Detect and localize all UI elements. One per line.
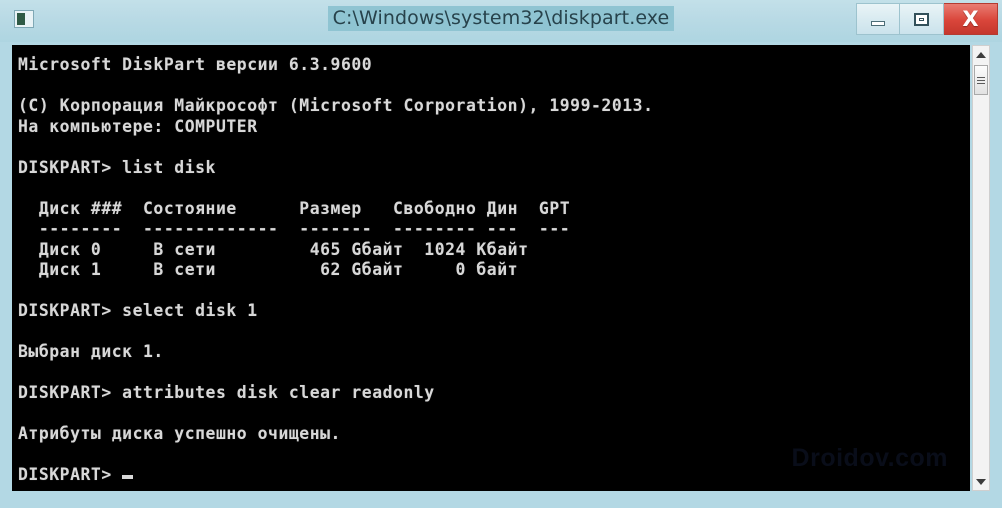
text-cursor	[122, 475, 134, 479]
vertical-scrollbar[interactable]	[972, 45, 990, 491]
window-controls: X	[856, 3, 998, 35]
watermark: Droidov.com	[791, 444, 948, 472]
window-title: C:\Windows\system32\diskpart.exe	[0, 6, 1002, 31]
maximize-icon	[914, 12, 929, 26]
console-area: Microsoft DiskPart версии 6.3.9600 (C) К…	[10, 42, 992, 498]
maximize-button[interactable]	[900, 3, 944, 35]
title-bar[interactable]: C:\Windows\system32\diskpart.exe X	[0, 0, 1002, 42]
minimize-icon	[871, 20, 885, 26]
console-icon[interactable]	[14, 10, 34, 28]
console-lines: Microsoft DiskPart версии 6.3.9600 (C) К…	[18, 55, 654, 484]
scroll-down-button[interactable]	[973, 473, 989, 490]
diskpart-window: C:\Windows\system32\diskpart.exe X Micro…	[0, 0, 1002, 508]
scrollbar-thumb[interactable]	[974, 65, 988, 95]
chevron-up-icon	[976, 51, 986, 58]
scroll-up-button[interactable]	[973, 46, 989, 63]
close-icon: X	[962, 6, 979, 31]
window-title-text: C:\Windows\system32\diskpart.exe	[327, 6, 675, 31]
chevron-down-icon	[976, 478, 986, 485]
console-text: Microsoft DiskPart версии 6.3.9600 (C) К…	[18, 55, 654, 486]
close-button[interactable]: X	[944, 3, 998, 35]
console-output[interactable]: Microsoft DiskPart версии 6.3.9600 (C) К…	[12, 45, 970, 491]
minimize-button[interactable]	[856, 3, 900, 35]
